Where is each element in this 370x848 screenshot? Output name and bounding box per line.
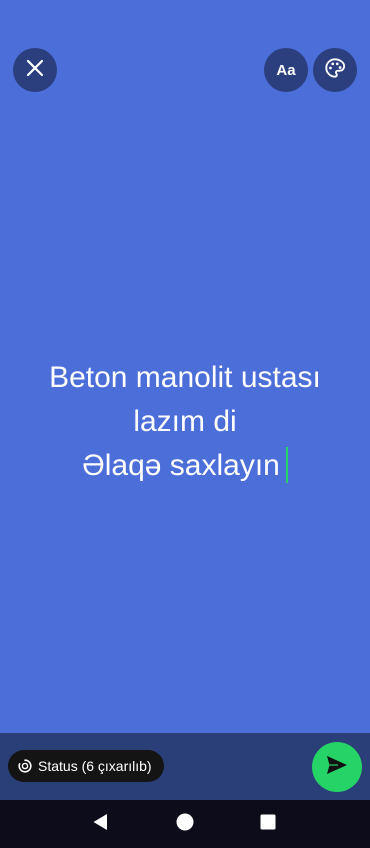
back-icon [92, 813, 108, 836]
palette-icon [324, 57, 346, 84]
status-audience-chip[interactable]: Status (6 çıxarılıb) [8, 750, 164, 782]
nav-back-button[interactable] [90, 813, 110, 836]
nav-home-button[interactable] [175, 813, 195, 836]
close-button[interactable] [13, 48, 57, 92]
close-icon [26, 59, 44, 82]
color-palette-button[interactable] [313, 48, 357, 92]
status-compose-screen: Aa Beton manolit ustası lazım di Əlaqə s… [0, 0, 370, 848]
status-audience-label: Status (6 çıxarılıb) [38, 758, 152, 774]
status-ring-icon [18, 759, 32, 773]
font-style-button[interactable]: Aa [264, 48, 308, 92]
status-text-line-2: lazım di [133, 405, 237, 438]
font-button-label: Aa [276, 61, 296, 79]
status-text-editor[interactable]: Beton manolit ustası lazım di Əlaqə saxl… [0, 356, 370, 488]
status-text-line-1: Beton manolit ustası [49, 361, 321, 394]
system-navigation-bar [0, 800, 370, 848]
status-text-line-3: Əlaqə saxlayın [0, 444, 370, 488]
home-icon [176, 813, 194, 836]
status-text-line-3-text: Əlaqə saxlayın [82, 449, 280, 482]
send-button[interactable] [312, 742, 362, 792]
nav-recents-button[interactable] [258, 814, 278, 834]
recents-icon [260, 814, 276, 835]
send-icon [326, 755, 348, 780]
text-caret [285, 447, 288, 483]
